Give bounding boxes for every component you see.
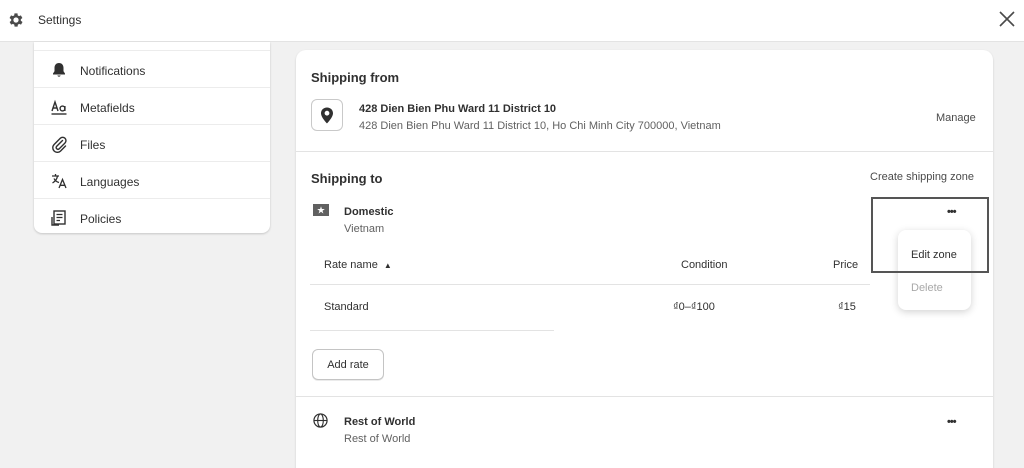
zone-name-rest-of-world: Rest of World <box>344 416 416 428</box>
sidebar-item-policies[interactable]: Policies <box>34 198 270 235</box>
table-header-divider <box>310 284 870 285</box>
zone-country-domestic: Vietnam <box>344 223 385 235</box>
rate-condition-cell: ₫0–₫100 <box>673 301 715 313</box>
delete-menu-item: Delete <box>911 282 943 294</box>
metafields-icon <box>51 99 67 115</box>
sidebar-item-label: Languages <box>80 175 140 189</box>
column-header-label: Rate name <box>324 259 378 271</box>
column-header-condition: Condition <box>681 259 728 271</box>
location-pin-icon <box>321 107 333 124</box>
rate-name-cell: Standard <box>324 301 369 313</box>
close-icon[interactable] <box>998 10 1016 28</box>
sidebar-item-languages[interactable]: Languages <box>34 161 270 198</box>
sidebar-item-metafields[interactable]: Metafields <box>34 87 270 124</box>
zone-country-rest-of-world: Rest of World <box>344 433 411 445</box>
add-rate-button[interactable]: Add rate <box>312 349 384 380</box>
create-shipping-zone-link[interactable]: Create shipping zone <box>870 171 974 183</box>
sidebar-item-label: Metafields <box>80 101 135 115</box>
bell-icon <box>53 63 65 77</box>
translate-icon <box>52 174 67 189</box>
shipping-from-heading: Shipping from <box>311 70 400 85</box>
shipping-to-heading: Shipping to <box>311 171 383 186</box>
manage-link[interactable]: Manage <box>936 112 976 124</box>
highlight-annotation-box <box>871 197 989 273</box>
globe-icon <box>313 413 328 428</box>
column-header-rate-name[interactable]: Rate name ▲ <box>324 259 392 271</box>
policy-document-icon <box>51 210 66 226</box>
sidebar-item-label: Notifications <box>80 64 146 78</box>
paperclip-icon <box>52 136 67 153</box>
sidebar-item-label: Files <box>80 138 106 152</box>
sort-ascending-icon: ▲ <box>383 261 392 270</box>
page-title: Settings <box>38 13 82 27</box>
location-pin-box <box>311 99 343 131</box>
sidebar-item-notifications[interactable]: Notifications <box>34 50 270 87</box>
zone-more-button-rest-of-world[interactable]: ••• <box>947 416 965 428</box>
gear-icon <box>9 13 23 27</box>
top-bar: Settings <box>0 0 1024 42</box>
zone-divider <box>296 396 993 397</box>
rate-price-cell: ₫15 <box>838 301 856 313</box>
zone-name-domestic: Domestic <box>344 206 394 218</box>
shipping-from-address-title: 428 Dien Bien Phu Ward 11 District 10 <box>359 103 557 115</box>
sidebar-item-files[interactable]: Files <box>34 124 270 161</box>
table-row-divider <box>310 330 554 331</box>
column-header-price: Price <box>833 259 859 271</box>
sidebar-item-label: Policies <box>80 212 122 226</box>
settings-sidebar: Notifications Metafields Files Languages… <box>34 42 270 233</box>
shipping-from-address-full: 428 Dien Bien Phu Ward 11 District 10, H… <box>359 120 721 132</box>
zone-flag-icon <box>313 204 329 216</box>
section-divider <box>296 151 993 152</box>
